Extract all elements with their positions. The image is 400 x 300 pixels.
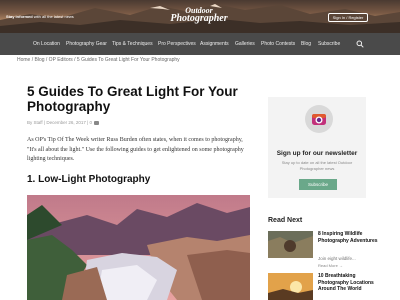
nav-on-location[interactable]: On Location (33, 41, 60, 47)
nav-galleries[interactable]: Galleries (235, 41, 255, 47)
nav-tips-techniques[interactable]: Tips & Techniques (112, 41, 153, 47)
site-header: Stay informed with all the latest news O… (0, 0, 400, 33)
article-meta: By Staff | December 26, 2017 | 0 (27, 120, 100, 125)
search-icon[interactable] (356, 40, 364, 48)
read-next-heading: Read Next (268, 217, 303, 224)
site-logo[interactable]: Outdoor Photographer (162, 7, 236, 24)
read-next-thumb-1[interactable] (268, 231, 313, 258)
read-more-link-1[interactable]: Read More → (318, 263, 343, 268)
breadcrumb[interactable]: Home / Blog / OP Editors / 5 Guides To G… (17, 57, 180, 63)
newsletter-icon-circle (305, 105, 333, 133)
camera-icon (312, 114, 326, 125)
nav-assignments[interactable]: Assignments (200, 41, 229, 47)
section-heading: 1. Low-Light Photography (27, 174, 151, 185)
nav-photo-contests[interactable]: Photo Contests (261, 41, 295, 47)
comment-icon[interactable] (94, 121, 100, 125)
read-next-thumb-2[interactable] (268, 273, 313, 300)
header-tagline: Stay informed with all the latest news (6, 14, 74, 19)
main-nav: On Location Photography Gear Tips & Tech… (0, 33, 400, 55)
nav-photography-gear[interactable]: Photography Gear (66, 41, 107, 47)
subscribe-button[interactable]: Subscribe (299, 179, 337, 190)
article-intro: As OP's Tip Of The Week writer Russ Burd… (27, 137, 244, 162)
article-photo (27, 195, 250, 300)
article-meta-text: By Staff | December 26, 2017 | 0 (27, 120, 93, 125)
newsletter-title: Sign up for our newsletter (276, 150, 358, 157)
read-next-title-1[interactable]: 8 Inspiring Wildlife Photography Adventu… (318, 231, 378, 244)
article-title: 5 Guides To Great Light For Your Photogr… (27, 84, 238, 114)
read-next-excerpt-1: Join eight wildlife... (318, 256, 356, 261)
signin-button[interactable]: Sign In / Register (328, 13, 368, 22)
read-next-title-2[interactable]: 10 Breathtaking Photography Locations Ar… (318, 273, 378, 293)
nav-pro-perspectives[interactable]: Pro Perspectives (158, 41, 196, 47)
newsletter-subtitle: Stay up to date on all the latest Outdoo… (281, 160, 353, 171)
nav-blog[interactable]: Blog (301, 41, 311, 47)
nav-subscribe[interactable]: Subscribe (318, 41, 340, 47)
